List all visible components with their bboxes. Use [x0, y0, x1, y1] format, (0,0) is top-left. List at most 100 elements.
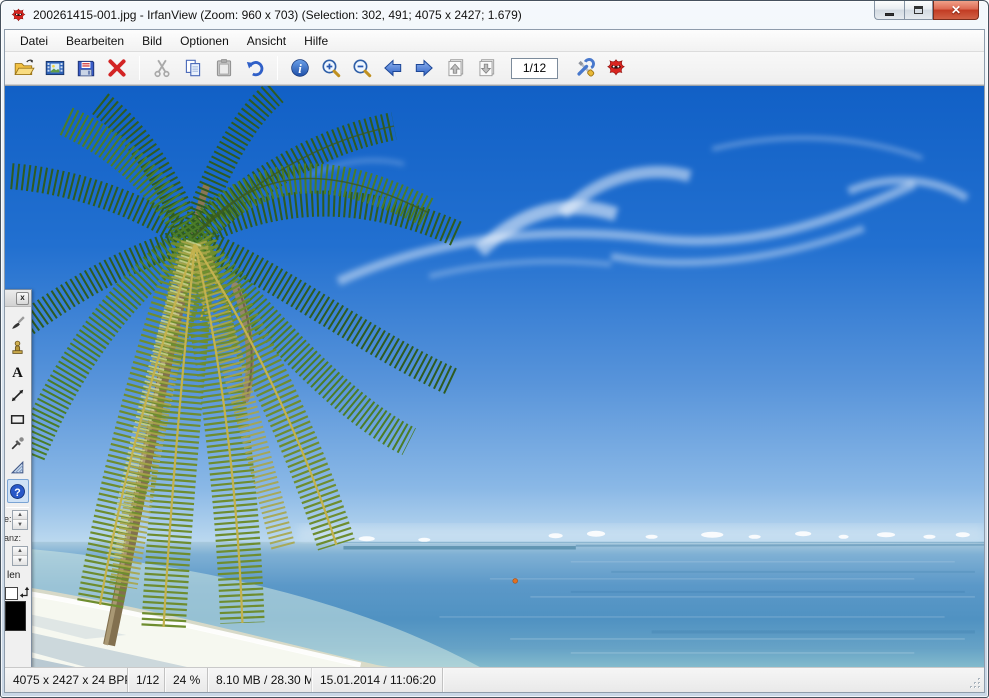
floppy-save-icon: [75, 57, 97, 79]
open-folder-icon: [13, 57, 35, 79]
paint-panel-divider: [6, 507, 29, 508]
text-a-icon: A: [9, 363, 26, 380]
menu-hilfe[interactable]: Hilfe: [295, 31, 337, 51]
window-title: 200261415-001.jpg - IrfanView (Zoom: 960…: [33, 8, 522, 22]
tools-wrench-icon: [574, 57, 596, 79]
delete-x-icon: [106, 57, 128, 79]
next-image-button[interactable]: [410, 54, 438, 82]
zoom-out-button[interactable]: [348, 54, 376, 82]
toolbar-separator: [277, 56, 278, 80]
menu-ansicht[interactable]: Ansicht: [238, 31, 295, 51]
spinner-down-icon[interactable]: ▼: [13, 556, 27, 565]
zoom-in-icon: [320, 57, 342, 79]
maximize-button[interactable]: [904, 1, 933, 20]
cut-button[interactable]: [148, 54, 176, 82]
paintbrush-tool[interactable]: [7, 311, 29, 335]
clone-stamp-icon: [9, 339, 26, 356]
window-controls: ✕: [874, 1, 979, 20]
close-button[interactable]: ✕: [933, 1, 979, 20]
paint-toolbar-panel[interactable]: x: [5, 289, 32, 667]
thumbnails-button[interactable]: [41, 54, 69, 82]
paint-panel-titlebar[interactable]: x: [5, 290, 31, 307]
client-area: Datei Bearbeiten Bild Optionen Ansicht H…: [4, 29, 985, 693]
irfanview-devil-icon: [605, 57, 627, 79]
transparency-spinner[interactable]: ▲ ▼: [12, 546, 28, 566]
save-button[interactable]: [72, 54, 100, 82]
svg-text:i: i: [298, 62, 302, 76]
clone-stamp-tool[interactable]: [7, 335, 29, 359]
menu-bearbeiten[interactable]: Bearbeiten: [57, 31, 133, 51]
svg-text:?: ?: [14, 486, 20, 498]
arrow-right-icon: [413, 57, 435, 79]
maximize-icon: [914, 6, 923, 14]
first-page-button[interactable]: [441, 54, 469, 82]
gradient-fill-tool[interactable]: [7, 455, 29, 479]
spinner-up-icon[interactable]: ▲: [13, 511, 27, 520]
irfanview-app-icon: [10, 7, 27, 24]
pages-down-icon: [475, 57, 497, 79]
pages-up-icon: [444, 57, 466, 79]
menu-bild[interactable]: Bild: [133, 31, 171, 51]
paint-panel-close-button[interactable]: x: [16, 292, 29, 305]
width-spinner[interactable]: ▲ ▼: [12, 510, 28, 530]
status-image-dimensions: 4075 x 2427 x 24 BPP: [5, 668, 128, 692]
rectangle-icon: [9, 411, 26, 428]
rectangle-tool[interactable]: [7, 407, 29, 431]
transparency-label-fragment: anz:: [5, 533, 21, 543]
delete-button[interactable]: [103, 54, 131, 82]
diagonal-arrow-icon: [9, 387, 26, 404]
status-bar: 4075 x 2427 x 24 BPP 1/12 24 % 8.10 MB /…: [5, 667, 984, 692]
page-number-input[interactable]: [511, 58, 558, 79]
help-tool[interactable]: ?: [7, 479, 29, 503]
status-empty: [443, 668, 984, 692]
title-bar[interactable]: 200261415-001.jpg - IrfanView (Zoom: 960…: [1, 1, 988, 29]
spinner-up-icon[interactable]: ▲: [13, 547, 27, 556]
menu-bar: Datei Bearbeiten Bild Optionen Ansicht H…: [5, 30, 984, 52]
paste-button[interactable]: [210, 54, 238, 82]
arrow-line-tool[interactable]: [7, 383, 29, 407]
undo-button[interactable]: [241, 54, 269, 82]
arrow-left-icon: [382, 57, 404, 79]
last-page-button[interactable]: [472, 54, 500, 82]
settings-button[interactable]: [571, 54, 599, 82]
status-zoom-level: 24 %: [165, 668, 208, 692]
irfanview-about-button[interactable]: [602, 54, 630, 82]
image-info-button[interactable]: i: [286, 54, 314, 82]
status-date-time: 15.01.2014 / 11:06:20: [312, 668, 443, 692]
copy-button[interactable]: [179, 54, 207, 82]
resize-grip[interactable]: [969, 677, 982, 690]
close-icon: ✕: [951, 4, 961, 16]
text-tool[interactable]: A: [7, 359, 29, 383]
color-swatches: [5, 585, 31, 643]
width-label-fragment: e:: [5, 514, 12, 524]
info-icon: i: [289, 57, 311, 79]
filmstrip-icon: [44, 57, 66, 79]
menu-datei[interactable]: Datei: [11, 31, 57, 51]
spinner-down-icon[interactable]: ▼: [13, 520, 27, 529]
clipboard-paste-icon: [213, 57, 235, 79]
toolbar: i: [5, 52, 984, 85]
minimize-button[interactable]: [874, 1, 904, 20]
undo-arrow-icon: [244, 57, 266, 79]
gradient-triangle-icon: [9, 459, 26, 476]
help-icon: ?: [9, 483, 26, 500]
eyedropper-icon: [9, 435, 26, 452]
svg-text:A: A: [12, 364, 23, 379]
toolbar-separator: [139, 56, 140, 80]
paintbrush-icon: [9, 315, 26, 332]
open-file-button[interactable]: [10, 54, 38, 82]
copy-icon: [182, 57, 204, 79]
status-file-size: 8.10 MB / 28.30 MB: [208, 668, 312, 692]
image-viewport[interactable]: x: [5, 85, 984, 667]
eyedropper-tool[interactable]: [7, 431, 29, 455]
buoy: [513, 578, 518, 583]
previous-image-button[interactable]: [379, 54, 407, 82]
beach-photo: [5, 86, 984, 667]
zoom-out-icon: [351, 57, 373, 79]
menu-optionen[interactable]: Optionen: [171, 31, 238, 51]
zoom-in-button[interactable]: [317, 54, 345, 82]
foreground-color-swatch[interactable]: [5, 587, 18, 600]
swap-colors-icon[interactable]: [19, 586, 30, 599]
fill-label-fragment: len: [5, 568, 31, 581]
background-color-swatch[interactable]: [5, 601, 26, 631]
